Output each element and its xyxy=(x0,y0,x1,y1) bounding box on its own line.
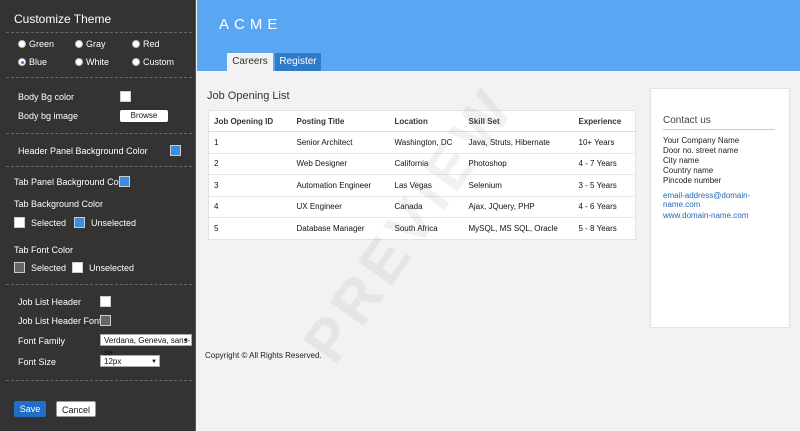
contact-title: Contact us xyxy=(663,115,711,126)
table-row[interactable]: 1 Senior Architect Washington, DC Java, … xyxy=(208,131,636,153)
pincode-line: Pincode number xyxy=(663,176,722,185)
theme-radio-green[interactable]: Green xyxy=(18,39,54,49)
tab-font-color-label: Tab Font Color xyxy=(14,245,74,255)
tab-careers[interactable]: Careers xyxy=(227,53,273,71)
panel-title: Customize Theme xyxy=(14,12,112,26)
tab-bg-label: Tab Background Color xyxy=(14,199,104,209)
tab-bg-selected-label: Selected xyxy=(31,218,67,228)
divider xyxy=(6,166,192,167)
website-link[interactable]: www.domain-name.com xyxy=(663,211,775,220)
radio-icon xyxy=(75,58,83,66)
city-line: City name xyxy=(663,156,700,165)
radio-icon xyxy=(132,40,140,48)
save-button[interactable]: Save xyxy=(14,401,46,417)
table-row[interactable]: 2 Web Designer California Photoshop 4 - … xyxy=(208,152,636,175)
theme-radio-custom[interactable]: Custom xyxy=(132,57,174,67)
country-line: Country name xyxy=(663,166,714,175)
font-family-select[interactable]: Verdana, Geneva, sans-se ▼ xyxy=(100,334,192,357)
company-name: Your Company Name xyxy=(663,136,740,145)
column-header: Skill Set xyxy=(463,110,574,132)
job-opening-table: Job Opening ID Posting Title Location Sk… xyxy=(208,110,636,240)
table-header-row: Job Opening ID Posting Title Location Sk… xyxy=(208,110,636,132)
column-header: Experience xyxy=(573,110,636,132)
column-header: Location xyxy=(389,110,464,132)
radio-icon xyxy=(18,40,26,48)
table-row[interactable]: 5 Database Manager South Africa MySQL, M… xyxy=(208,217,636,239)
theme-radio-gray[interactable]: Gray xyxy=(75,39,106,49)
table-row[interactable]: 4 UX Engineer Canada Ajax, JQuery, PHP 4… xyxy=(208,195,636,218)
divider xyxy=(6,133,192,134)
header-panel: ACME Careers Register xyxy=(197,0,800,71)
job-list-header-label: Job List Header xyxy=(18,297,82,307)
divider xyxy=(6,380,192,381)
chevron-down-icon: ▼ xyxy=(151,359,157,365)
tab-font-selected-swatch[interactable] xyxy=(14,262,25,273)
contact-card: Contact us Your Company Name Door no. st… xyxy=(650,88,790,328)
job-list-header-font-label: Job List Header Font xyxy=(18,316,102,326)
header-panel-bg-swatch[interactable] xyxy=(170,145,181,156)
tab-font-selected-label: Selected xyxy=(31,263,67,273)
brand-logo: ACME xyxy=(219,16,283,33)
column-header: Posting Title xyxy=(291,110,390,132)
divider xyxy=(663,129,775,130)
body-bg-color-swatch[interactable] xyxy=(120,91,131,102)
job-list-header-font-swatch[interactable] xyxy=(100,315,111,326)
divider xyxy=(6,32,192,33)
job-list-header-swatch[interactable] xyxy=(100,296,111,307)
theme-radio-white[interactable]: White xyxy=(75,57,109,67)
header-panel-bg-label: Header Panel Background Color xyxy=(18,146,148,156)
body-bg-image-label: Body bg image xyxy=(18,111,79,121)
body-bg-color-label: Body Bg color xyxy=(18,92,75,102)
tab-register[interactable]: Register xyxy=(275,53,321,71)
radio-selected-icon xyxy=(18,58,26,66)
tab-panel-bg-label: Tab Panel Background Color xyxy=(14,177,129,187)
cancel-button[interactable]: Cancel xyxy=(56,401,96,417)
divider xyxy=(6,284,192,285)
table-row[interactable]: 3 Automation Engineer Las Vegas Selenium… xyxy=(208,174,636,196)
browse-button[interactable]: Browse xyxy=(120,110,168,122)
font-family-label: Font Family xyxy=(18,336,66,346)
tab-bg-unselected-swatch[interactable] xyxy=(74,217,85,228)
radio-icon xyxy=(75,40,83,48)
font-size-label: Font Size xyxy=(18,357,57,367)
chevron-down-icon: ▼ xyxy=(183,338,189,344)
copyright-text: Copyright © All Rights Reserved. xyxy=(205,351,322,360)
font-size-select[interactable]: 12px ▼ xyxy=(100,355,160,367)
divider xyxy=(6,77,192,78)
theme-radio-red[interactable]: Red xyxy=(132,39,160,49)
job-list-title: Job Opening List xyxy=(207,90,290,102)
tab-font-unselected-label: Unselected xyxy=(89,263,135,273)
theme-radio-blue[interactable]: Blue xyxy=(18,57,47,67)
column-header: Job Opening ID xyxy=(208,110,292,132)
customize-theme-panel: Customize Theme Green Gray Red Blue Whit… xyxy=(0,0,196,431)
tab-font-unselected-swatch[interactable] xyxy=(72,262,83,273)
tab-panel-bg-swatch[interactable] xyxy=(119,176,130,187)
tab-bg-unselected-label: Unselected xyxy=(91,218,137,228)
address-line: Door no. street name xyxy=(663,146,739,155)
email-link[interactable]: email-address@domain-name.com xyxy=(663,191,775,209)
tab-bg-selected-swatch[interactable] xyxy=(14,217,25,228)
radio-icon xyxy=(132,58,140,66)
